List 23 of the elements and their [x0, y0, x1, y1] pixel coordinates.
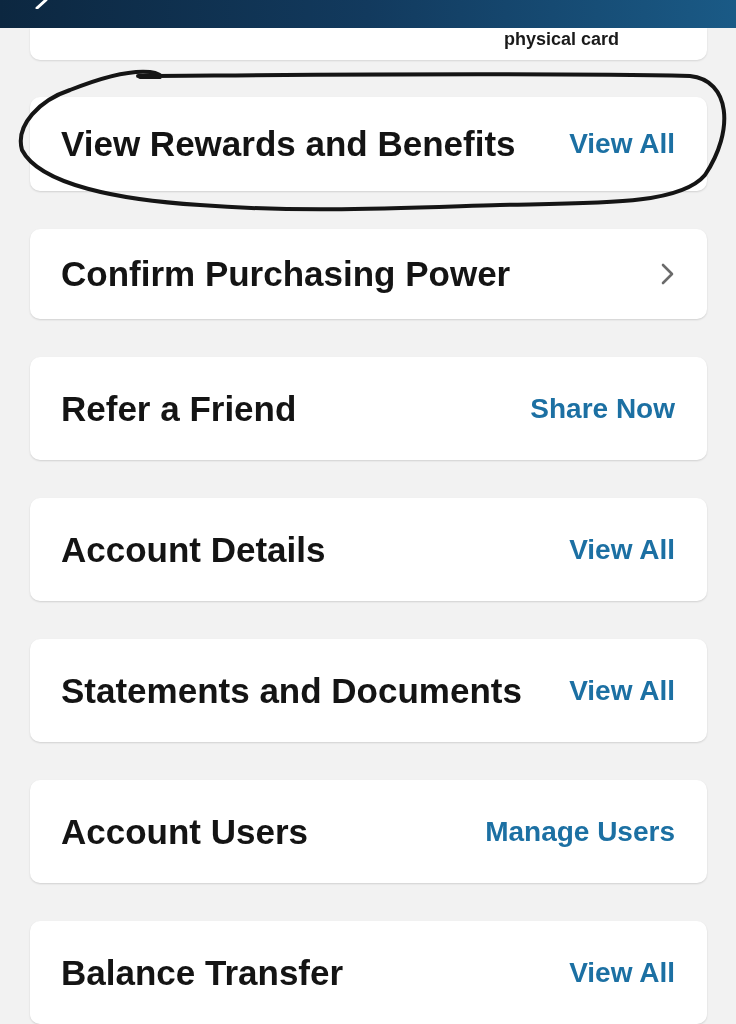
menu-card[interactable]: Statements and Documents View All — [30, 639, 707, 742]
card-title: Account Users — [61, 811, 309, 852]
menu-card[interactable]: View Rewards and Benefits View All — [30, 97, 707, 191]
menu-card[interactable]: Balance Transfer View All — [30, 921, 707, 1024]
menu-card[interactable]: Refer a Friend Share Now — [30, 357, 707, 460]
back-icon[interactable] — [34, 0, 48, 9]
card-title: Confirm Purchasing Power — [61, 254, 511, 294]
chevron-right-icon — [661, 263, 674, 285]
action-link[interactable]: View All — [569, 533, 675, 566]
action-link[interactable]: Manage Users — [485, 815, 675, 848]
action-link[interactable]: Share Now — [530, 392, 675, 425]
card-title: Account Details — [61, 529, 326, 570]
menu-card[interactable]: Account Users Manage Users — [30, 780, 707, 883]
card-text: physical card — [503, 28, 619, 49]
card-title: Statements and Documents — [61, 670, 522, 711]
menu-card[interactable]: Account Details View All — [30, 498, 707, 601]
action-link[interactable]: View All — [569, 128, 675, 160]
menu-card[interactable]: Confirm Purchasing Power — [30, 229, 707, 319]
card-title: Refer a Friend — [61, 388, 297, 429]
action-link[interactable]: View All — [569, 674, 675, 707]
card-title: View Rewards and Benefits — [61, 124, 516, 164]
action-link[interactable]: View All — [569, 956, 675, 989]
card-title: Balance Transfer — [61, 952, 344, 993]
